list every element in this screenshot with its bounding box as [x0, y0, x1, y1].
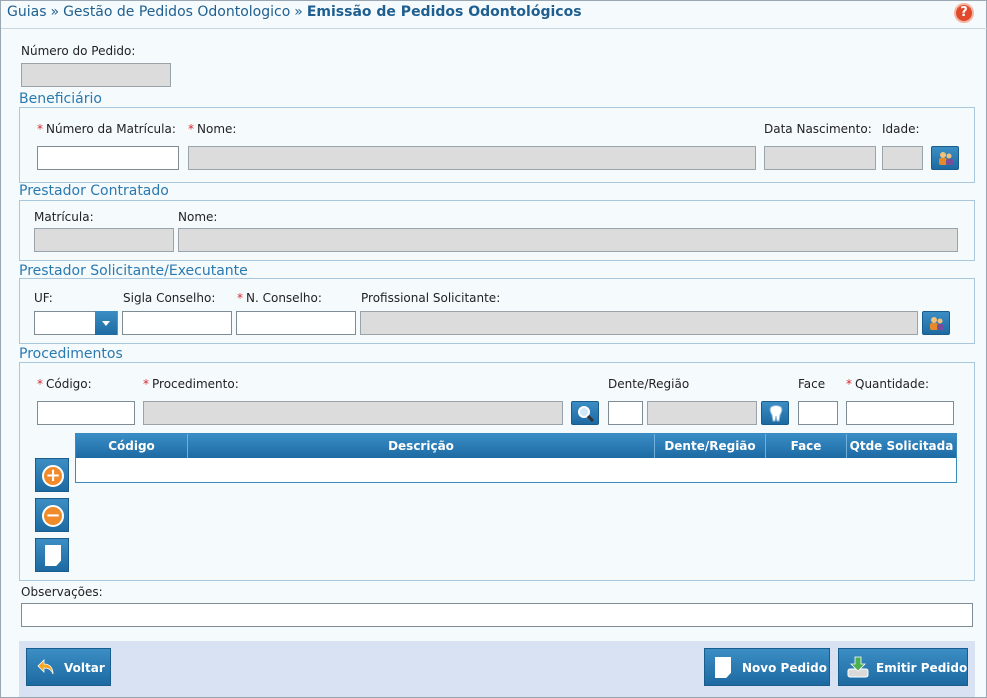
uf-select[interactable] — [34, 311, 118, 335]
procedimento-label: * Procedimento: — [143, 377, 239, 391]
search-procedimento-button[interactable] — [571, 401, 599, 425]
procedimentos-grid: Código Descrição Dente/Região Face Qtde … — [75, 433, 957, 483]
required-marker: * — [143, 377, 149, 391]
grid-header-codigo[interactable]: Código — [76, 434, 188, 458]
required-marker: * — [188, 122, 194, 136]
profissional-field — [360, 311, 918, 335]
breadcrumb-separator: » — [294, 4, 303, 20]
prestador-solicitante-legend: Prestador Solicitante/Executante — [19, 263, 248, 279]
profissional-label: Profissional Solicitante: — [361, 291, 501, 305]
plus-icon: + — [42, 465, 64, 487]
people-search-icon — [939, 152, 953, 165]
uf-label: UF: — [34, 291, 53, 305]
help-icon[interactable]: ? — [954, 3, 974, 23]
breadcrumb-guias[interactable]: Guias — [7, 4, 46, 20]
n-conselho-input[interactable] — [236, 311, 356, 335]
grid-header-face[interactable]: Face — [766, 434, 847, 458]
breadcrumb: Guias» Gestão de Pedidos Odontologico» Emi… — [7, 4, 582, 20]
sigla-conselho-label: Sigla Conselho: — [123, 291, 216, 305]
back-arrow-icon — [37, 659, 54, 675]
minus-icon: − — [42, 505, 64, 527]
nome-label: * Nome: — [188, 122, 236, 136]
page-title: Emissão de Pedidos Odontológicos — [306, 4, 582, 20]
grid-header-dente-regiao[interactable]: Dente/Região — [655, 434, 766, 458]
emitir-pedido-button[interactable]: Emitir Pedido — [838, 648, 968, 686]
search-beneficiario-button[interactable] — [931, 146, 959, 170]
idade-field — [882, 146, 923, 170]
voltar-button[interactable]: Voltar — [26, 648, 111, 686]
beneficiario-fieldset — [19, 107, 975, 183]
required-marker: * — [237, 291, 243, 305]
tooth-icon — [769, 405, 783, 422]
emitir-pedido-label: Emitir Pedido — [876, 661, 968, 675]
contratado-nome-label: Nome: — [178, 210, 218, 224]
footer-bar — [19, 641, 975, 697]
matricula-label-text: Número da Matrícula: — [46, 122, 176, 136]
data-nascimento-field — [764, 146, 876, 170]
matricula-input[interactable] — [37, 146, 179, 170]
download-tray-icon — [847, 656, 869, 678]
required-marker: * — [846, 377, 852, 391]
quantidade-label-text: Quantidade: — [855, 377, 930, 391]
procedimento-label-text: Procedimento: — [152, 377, 239, 391]
grid-header-descricao[interactable]: Descrição — [188, 434, 655, 458]
idade-label: Idade: — [882, 122, 920, 136]
codigo-label-text: Código: — [46, 377, 92, 391]
face-input[interactable] — [798, 401, 838, 425]
codigo-label: * Código: — [37, 377, 92, 391]
grid-header-qtde[interactable]: Qtde Solicitada — [847, 434, 956, 458]
clear-procedimento-button[interactable] — [35, 538, 69, 572]
n-conselho-label: * N. Conselho: — [237, 291, 322, 305]
numero-pedido-field — [21, 63, 171, 87]
page: Guias» Gestão de Pedidos Odontologico» Emi… — [0, 0, 987, 698]
grid-header: Código Descrição Dente/Região Face Qtde … — [76, 434, 956, 458]
voltar-label: Voltar — [64, 661, 105, 675]
search-profissional-button[interactable] — [922, 311, 950, 335]
procedimentos-legend: Procedimentos — [19, 346, 123, 362]
people-search-icon — [930, 317, 944, 330]
breadcrumb-separator: » — [50, 4, 60, 20]
divider — [1, 28, 987, 29]
quantidade-label: * Quantidade: — [846, 377, 929, 391]
required-marker: * — [37, 377, 43, 391]
dente-regiao-label: Dente/Região — [608, 377, 690, 391]
contratado-matricula-field — [34, 228, 174, 252]
matricula-label: * Número da Matrícula: — [37, 122, 176, 136]
novo-pedido-button[interactable]: Novo Pedido — [704, 648, 830, 686]
magnifier-icon — [578, 406, 595, 422]
search-dente-button[interactable] — [761, 401, 789, 425]
observacoes-label: Observações: — [21, 585, 103, 599]
numero-pedido-label: Número do Pedido: — [21, 44, 136, 58]
codigo-input[interactable] — [37, 401, 135, 425]
document-icon — [45, 545, 61, 566]
procedimento-field — [143, 401, 563, 425]
dente-input[interactable] — [608, 401, 643, 425]
novo-pedido-label: Novo Pedido — [742, 661, 828, 675]
nome-label-text: Nome: — [197, 122, 237, 136]
data-nascimento-label: Data Nascimento: — [764, 122, 872, 136]
beneficiario-legend: Beneficiário — [19, 91, 102, 107]
face-label: Face — [798, 377, 826, 391]
n-conselho-label-text: N. Conselho: — [246, 291, 322, 305]
add-procedimento-button[interactable]: + — [35, 458, 69, 492]
required-marker: * — [37, 122, 43, 136]
contratado-matricula-label: Matrícula: — [34, 210, 94, 224]
breadcrumb-gestao[interactable]: Gestão de Pedidos Odontologico — [63, 4, 290, 20]
nome-field — [188, 146, 756, 170]
observacoes-input[interactable] — [21, 603, 973, 627]
dente-descricao-field — [647, 401, 757, 425]
remove-procedimento-button[interactable]: − — [35, 498, 69, 532]
document-icon — [715, 657, 731, 678]
quantidade-input[interactable] — [846, 401, 954, 425]
chevron-down-icon[interactable] — [95, 311, 117, 335]
prestador-contratado-legend: Prestador Contratado — [19, 183, 169, 199]
sigla-conselho-input[interactable] — [122, 311, 232, 335]
contratado-nome-field — [178, 228, 958, 252]
